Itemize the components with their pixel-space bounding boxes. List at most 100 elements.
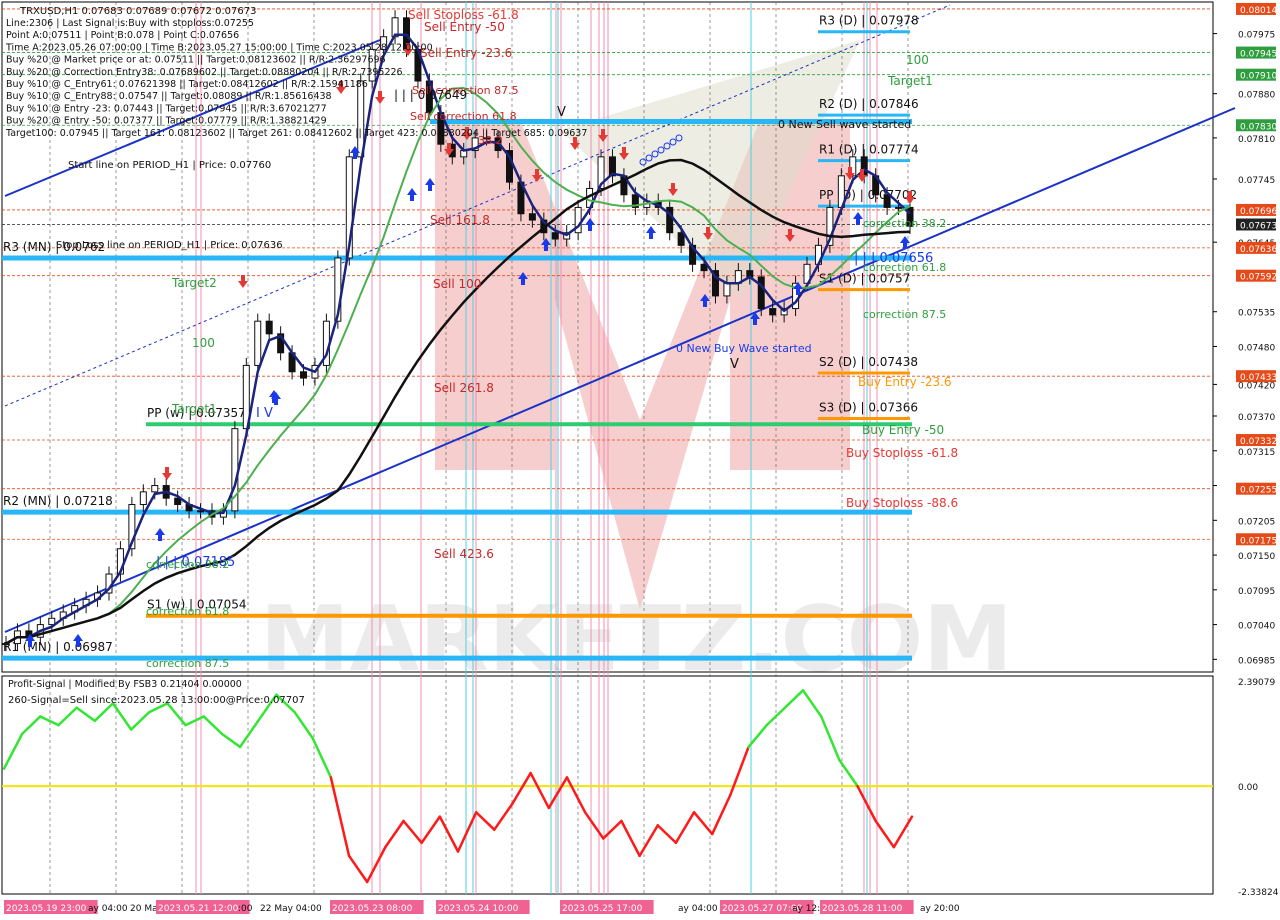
annotation-target-left: Target1	[171, 402, 217, 416]
time-axis-label: ay 04:00	[678, 904, 718, 914]
candle-body	[300, 371, 308, 379]
annotation-buy-entry-50: Buy Entry -50	[862, 423, 944, 437]
indicator-bottom-label: -2.33824	[1238, 888, 1279, 898]
pivot-level-label: R2 (MN) | 0.07218	[3, 494, 113, 508]
annotation-correction-382: correction 38.2	[863, 217, 946, 230]
time-axis-label: 2023.05.21 12:00	[158, 904, 239, 914]
signal-info-line: Buy %20 @ Entry -50: 0.07377 || Target:0…	[6, 116, 327, 127]
price-badge-label: 0.07592	[1240, 273, 1277, 283]
annotation-correction-left-382: correction 38.2	[146, 558, 229, 571]
pivot-level-label: R3 (D) | 0.07978	[819, 14, 919, 28]
signal-info-line: Buy %20 @ Market price or at: 0.07511 ||…	[6, 55, 386, 66]
annotation-v-label: V	[730, 357, 739, 372]
time-axis-label: 2023.05.25 17:00	[562, 904, 643, 914]
price-badge-label: 0.07332	[1240, 437, 1277, 447]
price-chart[interactable]: MARKETZ.COM R3 (D) | 0.07978 R2 (D) | 0.07…	[0, 0, 1280, 920]
price-axis-label: 0.07040	[1238, 622, 1275, 632]
signal-info-line: Buy %10 @ Entry -23: 0.07443 || Target:0…	[6, 103, 327, 114]
annotation-sell-1618: Sell 161.8	[430, 213, 490, 227]
watermark-text: MARKETZ.COM	[260, 587, 1013, 692]
price-badge-label: 0.08014	[1240, 6, 1277, 16]
annotation-correction-left-875: correction 87.5	[146, 657, 229, 670]
annotation-v-label-top: V	[557, 105, 566, 120]
time-axis-label: 22 May 04:00	[260, 904, 322, 914]
indicator-top-label: 2.39079	[1238, 678, 1275, 688]
annotation-start-line: Start line on PERIOD_H1 | Price: 0.07760	[68, 160, 271, 171]
signal-info-line: Line:2306 | Last Signal is:Buy with stop…	[6, 18, 254, 29]
candle-body	[151, 485, 159, 493]
pivot-level-label: R2 (D) | 0.07846	[819, 97, 919, 111]
price-axis-label: 0.06985	[1238, 656, 1275, 666]
annotation-sell-4236: Sell 423.6	[434, 547, 494, 561]
time-axis-label: ay 04:00	[88, 904, 128, 914]
candle-body	[197, 510, 205, 513]
signal-info-line: Time A:2023.05.26 07:00:00 | Time B:2023…	[5, 42, 433, 53]
annotation-target1: Target1	[887, 74, 933, 88]
time-axis-label: 20 Ma	[130, 904, 158, 914]
annotation-sell-entry-50: Sell Entry -50	[424, 20, 505, 34]
annotation-new-buy-wave: 0 New Buy Wave started	[676, 342, 812, 355]
signal-info-line: Point A:0.07511 | Point B:0.078 | Point …	[6, 30, 239, 41]
annotation-sell-target-100: Sell 100	[433, 277, 481, 291]
price-badge-label: 0.07696	[1240, 207, 1277, 217]
annotation-buy-stoploss-61: Buy Stoploss -61.8	[846, 446, 958, 460]
price-axis-label: 0.07315	[1238, 448, 1275, 458]
price-axis-label: 0.07095	[1238, 587, 1275, 597]
candle-body	[723, 282, 731, 297]
candle-body	[254, 320, 262, 366]
annotation-iv-label: I V	[256, 406, 273, 421]
annotation-stop-loss-line: Stop Loss line on PERIOD_H1 | Price: 0.0…	[56, 240, 283, 251]
price-axis-label: 0.07205	[1238, 517, 1275, 527]
time-axis-label: 2023.05.27 07:00	[722, 904, 803, 914]
annotation-new-sell-wave: 0 New Sell wave started	[778, 118, 911, 131]
candle-body	[139, 491, 147, 505]
price-axis-label: 0.07480	[1238, 343, 1275, 353]
price-badge-label: 0.07175	[1240, 536, 1277, 546]
symbol-header: TRXUSD,H1 0.07683 0.07689 0.07672 0.0767…	[19, 6, 256, 17]
annotation-hundred-left: 100	[192, 336, 215, 350]
price-badge-label: 0.07255	[1240, 486, 1277, 496]
price-axis-label: 0.07745	[1238, 176, 1275, 186]
annotation-wave-label-mid: | | | 0.07656	[854, 251, 933, 266]
candle-body	[769, 308, 777, 316]
annotation-sell-entry-23: Sell Entry -23.6	[420, 46, 512, 60]
annotation-buy-stoploss-88: Buy Stoploss -88.6	[846, 496, 958, 510]
signal-info-line: Buy %20 @ Correction Entry38: 0.07689602…	[6, 67, 403, 78]
candle-body	[895, 206, 903, 209]
time-axis-label: 2023.05.28 11:00	[822, 904, 903, 914]
time-axis-label: 2023.05.23 08:00	[332, 904, 413, 914]
annotation-sell-2618: Sell 261.8	[434, 381, 494, 395]
candle-body	[528, 213, 536, 221]
time-axis-label: 2023.05.19 23:00	[6, 904, 87, 914]
candle-body	[757, 276, 765, 310]
candle-body	[551, 232, 559, 240]
time-axis-label: 2023.05.24 10:00	[438, 904, 519, 914]
indicator-signal-text: 260-Signal=Sell since:2023.05.28 13:00:0…	[8, 695, 305, 706]
price-badge-label: 0.07945	[1240, 50, 1277, 60]
price-badge-label: 0.07636	[1240, 245, 1277, 255]
price-axis-label: 0.07975	[1238, 31, 1275, 41]
chart-window: MARKETZ.COM R3 (D) | 0.07978 R2 (D) | 0.07…	[0, 0, 1280, 920]
signal-info-line: Buy %10 @ C_Entry61: 0.07621398 || Targe…	[6, 79, 368, 90]
pivot-level-label: R1 (D) | 0.07774	[819, 143, 919, 157]
annotation-hundred: 100	[906, 53, 929, 67]
annotation-correction-875: correction 87.5	[863, 308, 946, 321]
signal-info-line: Target100: 0.07945 || Target 161: 0.0812…	[5, 128, 587, 139]
annotation-buy-entry-23: Buy Entry -23.6	[858, 375, 952, 389]
candle	[231, 421, 239, 519]
time-axis-label: ay 20:00	[920, 904, 960, 914]
pivot-level-label: S3 (D) | 0.07366	[819, 401, 918, 415]
annotation-target2: Target2	[171, 276, 217, 290]
price-axis-label: 0.07810	[1238, 135, 1275, 145]
candle-body	[265, 320, 273, 335]
price-axis-label: 0.07880	[1238, 91, 1275, 101]
price-badge-label: 0.07673	[1240, 221, 1277, 231]
indicator-title: Profit-Signal | Modified By FSB3 0.21404…	[8, 679, 242, 690]
candle-body	[677, 232, 685, 246]
price-badge-label: 0.07433	[1240, 373, 1277, 383]
annotation-correction-left-618: correction 61.8	[146, 605, 229, 618]
annotation-wave-label-upper: | | | 0.07649	[394, 88, 467, 102]
annotation-sell-correction-618: Sell correction 61.8	[410, 110, 517, 123]
price-badge-label: 0.07910	[1240, 72, 1277, 82]
pivot-level-label: PP (D) | 0.07702	[819, 188, 917, 202]
